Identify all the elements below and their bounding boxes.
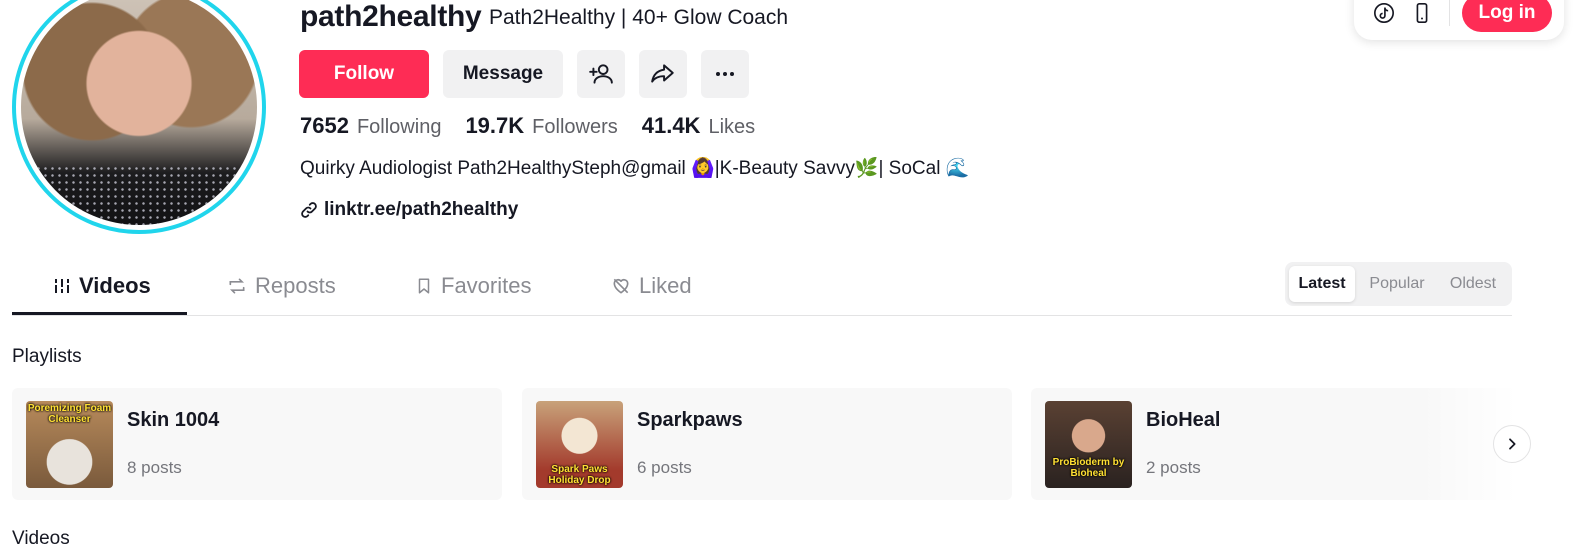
add-friend-button[interactable] [577, 50, 625, 98]
sort-popular[interactable]: Popular [1360, 266, 1434, 302]
likes-stat: 41.4K Likes [642, 113, 755, 139]
playlist-name: Sparkpaws [637, 409, 743, 431]
tiktok-logo-icon[interactable] [1373, 2, 1395, 24]
message-button[interactable]: Message [443, 50, 563, 98]
playlist-thumbnail: ProBioderm by Bioheal [1045, 401, 1132, 488]
tab-favorites-label: Favorites [441, 273, 532, 298]
share-arrow-icon [651, 64, 674, 83]
person-plus-icon [589, 64, 613, 84]
profile-stats: 7652 Following 19.7K Followers 41.4K Lik… [300, 113, 779, 139]
tab-reposts[interactable]: Reposts [227, 273, 336, 299]
playlist-thumbnail: Spark Paws Holiday Drop [536, 401, 623, 488]
repost-icon [229, 278, 245, 294]
topbar-divider [1449, 0, 1450, 26]
thumbnail-caption: Spark Paws Holiday Drop [548, 464, 611, 486]
follow-button[interactable]: Follow [299, 50, 429, 98]
tab-liked-label: Liked [639, 273, 692, 298]
ellipsis-icon [716, 72, 734, 76]
share-button[interactable] [639, 50, 687, 98]
following-label: Following [356, 116, 442, 138]
tab-videos-label: Videos [79, 273, 151, 298]
chevron-right-icon [1509, 438, 1516, 450]
followers-label: Followers [532, 116, 618, 138]
tabs-divider [12, 315, 1512, 316]
playlist-name: Skin 1004 [127, 409, 220, 431]
playlist-thumbnail: Poremizing Foam Cleanser [26, 401, 113, 488]
login-button[interactable]: Log in [1462, 0, 1552, 32]
playlist-count: 2 posts [1146, 458, 1201, 477]
tab-liked[interactable]: Liked [611, 273, 692, 299]
avatar-ring[interactable] [12, 0, 266, 234]
thumbnail-caption: Poremizing Foam Cleanser [27, 403, 112, 425]
profile-link-text: linktr.ee/path2healthy [324, 199, 519, 220]
avatar [21, 0, 257, 225]
playlist-card[interactable]: Poremizing Foam Cleanser Skin 1004 8 pos… [12, 388, 502, 500]
playlist-name: BioHeal [1146, 409, 1221, 431]
more-options-button[interactable] [701, 50, 749, 98]
playlist-card[interactable]: Spark Paws Holiday Drop Sparkpaws 6 post… [522, 388, 1012, 500]
nickname: Path2Healthy | 40+ Glow Coach [489, 6, 789, 29]
thumbnail-caption: ProBioderm by Bioheal [1052, 457, 1125, 479]
tab-favorites[interactable]: Favorites [415, 273, 531, 299]
tab-videos[interactable]: Videos [53, 273, 151, 299]
playlists-title: Playlists [12, 346, 82, 367]
sort-latest[interactable]: Latest [1289, 266, 1355, 302]
playlist-count: 8 posts [127, 458, 182, 477]
bookmark-icon [418, 278, 430, 294]
carousel-next-button[interactable] [1493, 425, 1531, 463]
profile-link[interactable]: linktr.ee/path2healthy [300, 199, 518, 221]
tab-reposts-label: Reposts [255, 273, 336, 298]
sort-oldest[interactable]: Oldest [1438, 266, 1508, 302]
mobile-phone-icon[interactable] [1411, 2, 1433, 24]
videos-section-title: Videos [12, 528, 70, 549]
followers-stat[interactable]: 19.7K Followers [465, 113, 617, 139]
likes-label: Likes [708, 116, 756, 138]
followers-count: 19.7K [465, 113, 525, 138]
playlist-count: 6 posts [637, 458, 692, 477]
username: path2healthy [300, 0, 482, 33]
grid-bars-icon [53, 279, 71, 293]
heart-icon [613, 278, 629, 294]
link-icon [301, 202, 317, 218]
profile-bio: Quirky Audiologist Path2HealthySteph@gma… [300, 158, 970, 179]
following-count: 7652 [300, 113, 349, 138]
following-stat[interactable]: 7652 Following [300, 113, 441, 139]
likes-count: 41.4K [641, 113, 701, 138]
